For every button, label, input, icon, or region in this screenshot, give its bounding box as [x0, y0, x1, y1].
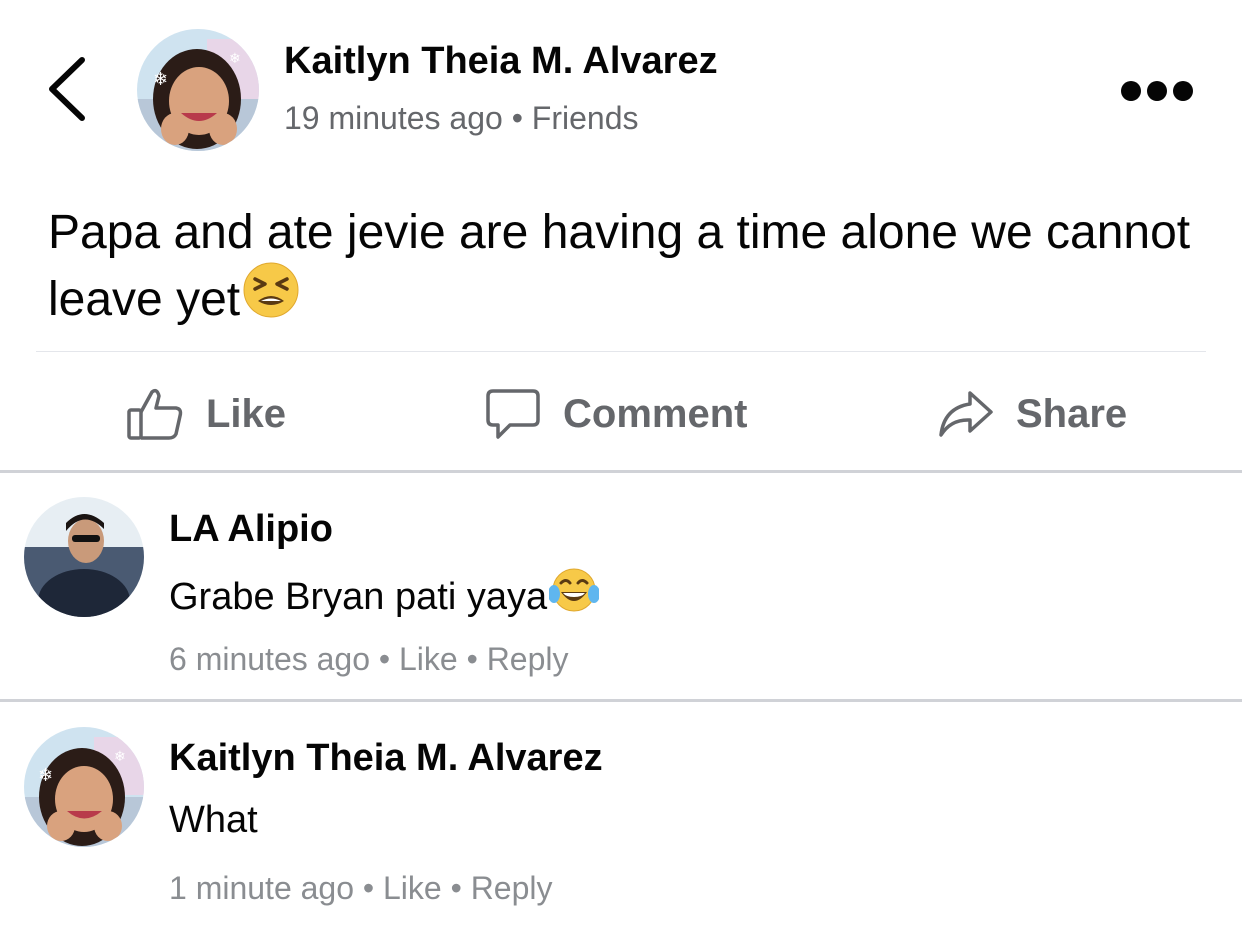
post-divider	[36, 351, 1206, 352]
share-button[interactable]: Share	[938, 382, 1127, 446]
svg-text:❄: ❄	[38, 765, 53, 785]
comment-text: Grabe Bryan pati yaya	[169, 568, 601, 628]
commenter-avatar[interactable]: ❄ ❄	[24, 727, 144, 847]
author-avatar[interactable]: ❄ ❄	[137, 29, 259, 151]
comment-button[interactable]: Comment	[485, 382, 747, 446]
comment-label: Comment	[563, 391, 748, 436]
post-timestamp[interactable]: 19 minutes ago	[284, 100, 503, 136]
post-author-name[interactable]: Kaitlyn Theia M. Alvarez	[284, 40, 718, 83]
like-label: Like	[206, 391, 287, 436]
comment-timestamp: 6 minutes ago	[169, 641, 371, 677]
svg-text:❄: ❄	[153, 69, 168, 89]
comment-reply-link[interactable]: Reply	[487, 641, 569, 677]
like-button[interactable]: Like	[126, 382, 286, 446]
tired-face-emoji	[242, 261, 300, 336]
comment-meta: 6 minutes ago • Like • Reply	[169, 641, 569, 678]
more-dots-icon	[1121, 81, 1193, 101]
chevron-left-icon	[49, 57, 85, 121]
speech-bubble-icon	[486, 389, 540, 439]
commenter-avatar[interactable]	[24, 497, 144, 617]
tears-of-joy-emoji	[548, 566, 601, 624]
share-arrow-icon	[939, 391, 993, 437]
back-button[interactable]	[44, 56, 88, 122]
post-meta: 19 minutes ago • Friends	[284, 100, 639, 137]
meta-separator: •	[502, 100, 532, 136]
comment-reply-link[interactable]: Reply	[471, 870, 553, 906]
comment-author-name[interactable]: Kaitlyn Theia M. Alvarez	[169, 737, 603, 780]
meta-separator: •	[370, 641, 399, 677]
more-options-button[interactable]	[1120, 78, 1194, 104]
thumbs-up-icon	[127, 388, 183, 440]
comment-like-link[interactable]: Like	[399, 641, 458, 677]
comment-text: What	[169, 799, 258, 841]
comment-author-name[interactable]: LA Alipio	[169, 508, 333, 551]
comment-divider	[0, 699, 1242, 702]
svg-text:❄: ❄	[229, 50, 241, 66]
comment-timestamp: 1 minute ago	[169, 870, 355, 906]
comment-meta: 1 minute ago • Like • Reply	[169, 870, 553, 907]
comment-like-link[interactable]: Like	[383, 870, 442, 906]
share-label: Share	[1016, 391, 1128, 436]
post-text-content: Papa and ate jevie are having a time alo…	[48, 206, 1191, 327]
post-audience[interactable]: Friends	[532, 100, 639, 136]
meta-separator: •	[457, 641, 487, 677]
comment-text-content: Grabe Bryan pati yaya	[169, 576, 548, 619]
post-text: Papa and ate jevie are having a time alo…	[48, 200, 1198, 340]
meta-separator: •	[354, 870, 383, 906]
actions-divider	[0, 470, 1242, 473]
svg-text:❄: ❄	[114, 748, 126, 764]
meta-separator: •	[441, 870, 471, 906]
